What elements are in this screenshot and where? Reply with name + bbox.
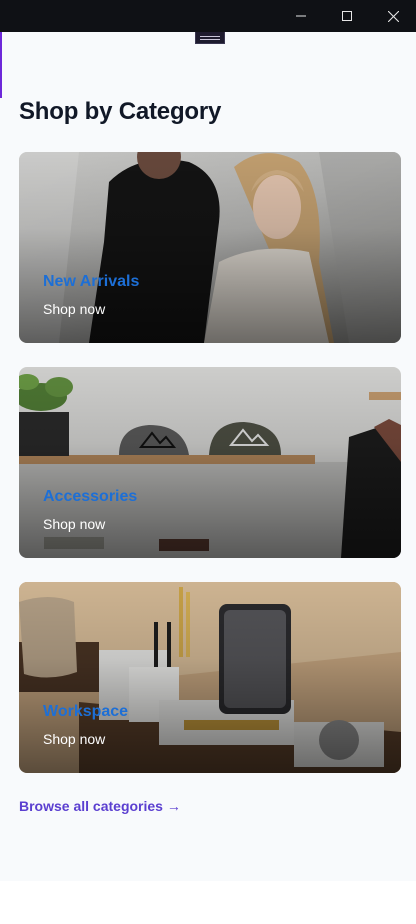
close-button[interactable] [370, 0, 416, 32]
shop-now-link[interactable]: Shop now [43, 516, 105, 532]
menu-handle[interactable] [195, 32, 225, 44]
maximize-icon [342, 11, 352, 21]
category-card-accessories[interactable]: Accessories Shop now [19, 367, 401, 558]
category-card-workspace[interactable]: Workspace Shop now [19, 582, 401, 773]
browse-all-categories-link[interactable]: Browse all categories → [19, 798, 181, 814]
left-accent-bar [0, 32, 2, 98]
page-title: Shop by Category [19, 98, 222, 125]
maximize-button[interactable] [324, 0, 370, 32]
minimize-icon [296, 15, 306, 17]
shop-now-link[interactable]: Shop now [43, 301, 105, 317]
window-titlebar [0, 0, 416, 32]
minimize-button[interactable] [278, 0, 324, 32]
category-card-new-arrivals[interactable]: New Arrivals Shop now [19, 152, 401, 343]
category-name: Workspace [43, 703, 129, 720]
category-name: New Arrivals [43, 273, 140, 290]
shop-now-link[interactable]: Shop now [43, 731, 105, 747]
bottom-strip [0, 881, 416, 924]
close-icon [387, 10, 399, 22]
category-name: Accessories [43, 488, 138, 505]
